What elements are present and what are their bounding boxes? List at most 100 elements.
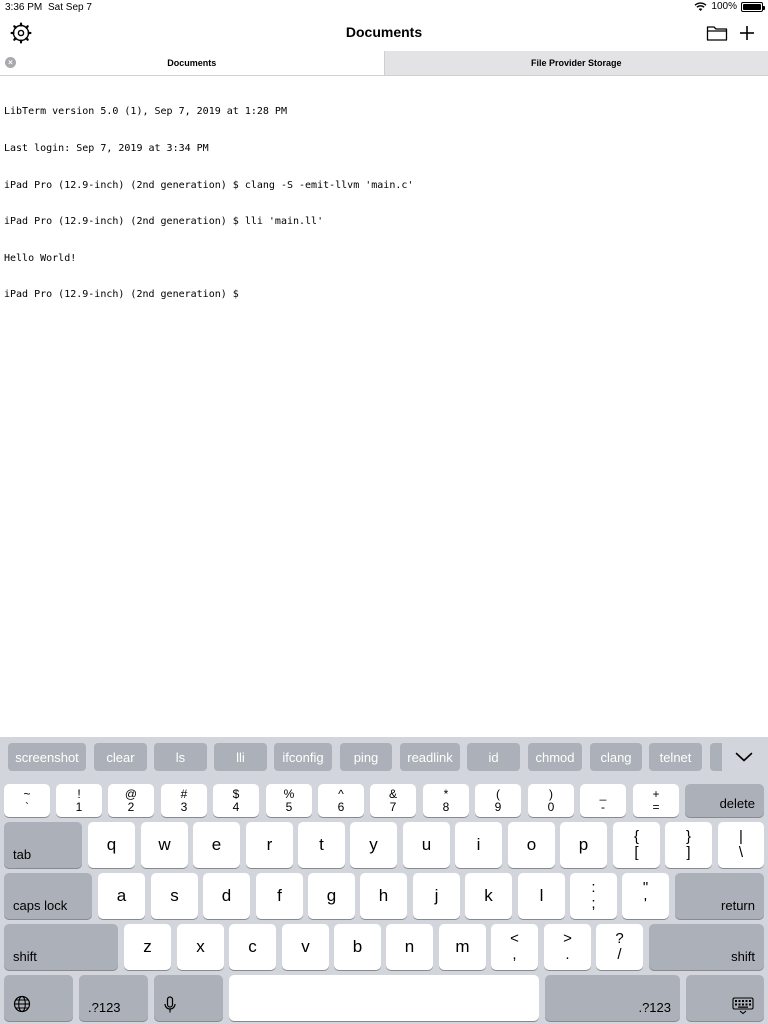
shortcut-overflow[interactable]: [710, 743, 722, 771]
key-p[interactable]: p: [560, 822, 607, 868]
caps-lock-key[interactable]: caps lock: [4, 873, 92, 919]
battery-icon: [741, 1, 765, 12]
space-key[interactable]: [229, 975, 539, 1021]
key-i[interactable]: i: [455, 822, 502, 868]
tab-bar: × Documents File Provider Storage: [0, 51, 768, 76]
key-top: {: [633, 828, 639, 845]
key-2[interactable]: @2: [108, 784, 154, 817]
key-u[interactable]: u: [403, 822, 450, 868]
shortcut-clang[interactable]: clang: [590, 743, 642, 771]
tab-documents[interactable]: × Documents: [0, 51, 384, 75]
key-o[interactable]: o: [508, 822, 555, 868]
return-key[interactable]: return: [675, 873, 764, 919]
delete-key[interactable]: delete: [685, 784, 764, 817]
key-l[interactable]: l: [518, 873, 565, 919]
key-h[interactable]: h: [360, 873, 407, 919]
tab-file-provider-storage[interactable]: File Provider Storage: [383, 51, 768, 75]
key-y[interactable]: y: [350, 822, 397, 868]
key-b[interactable]: b: [334, 924, 381, 970]
key-z[interactable]: z: [124, 924, 171, 970]
key-bottom: -: [601, 799, 605, 814]
shortcut-ifconfig[interactable]: ifconfig: [274, 743, 332, 771]
numbers-key-right[interactable]: .?123: [545, 975, 680, 1021]
terminal-output[interactable]: LibTerm version 5.0 (1), Sep 7, 2019 at …: [4, 82, 413, 314]
key-bottom: 4: [232, 799, 240, 814]
key-minus[interactable]: _ -: [580, 784, 626, 817]
key-label: shift: [731, 949, 755, 964]
shortcut-ping[interactable]: ping: [340, 743, 392, 771]
key-bottom: 7: [389, 799, 397, 814]
key-f[interactable]: f: [256, 873, 303, 919]
tab-key[interactable]: tab: [4, 822, 82, 868]
key-quote[interactable]: " ': [622, 873, 669, 919]
shift-left-key[interactable]: shift: [4, 924, 118, 970]
folder-button[interactable]: [704, 22, 730, 44]
key-k[interactable]: k: [465, 873, 512, 919]
shortcut-readlink[interactable]: readlink: [400, 743, 460, 771]
key-j[interactable]: j: [413, 873, 460, 919]
key-4[interactable]: $4: [213, 784, 259, 817]
key-top: ): [549, 786, 553, 801]
shift-right-key[interactable]: shift: [649, 924, 764, 970]
key-comma[interactable]: <,: [491, 924, 538, 970]
key-w[interactable]: w: [141, 822, 188, 868]
shortcut-chmod[interactable]: chmod: [528, 743, 582, 771]
key-legend: #3: [181, 787, 188, 814]
shortcut-screenshot[interactable]: screenshot: [8, 743, 86, 771]
key-8[interactable]: * 8: [423, 784, 469, 817]
key-left-brace[interactable]: {[: [613, 822, 660, 868]
battery-percent: 100%: [711, 1, 737, 12]
close-icon[interactable]: ×: [5, 57, 16, 68]
key-3[interactable]: #3: [161, 784, 207, 817]
numbers-key-left[interactable]: .?123: [79, 975, 148, 1021]
key-right-brace[interactable]: }]: [665, 822, 712, 868]
key-slash[interactable]: ? /: [596, 924, 643, 970]
globe-key[interactable]: [4, 975, 73, 1021]
terminal-prompt: iPad Pro (12.9-inch) (2nd generation) $: [4, 289, 239, 301]
key-0[interactable]: ) 0: [528, 784, 574, 817]
key-legend: _ -: [600, 787, 607, 814]
key-backslash[interactable]: | \: [718, 822, 764, 868]
shortcut-clear[interactable]: clear: [94, 743, 147, 771]
key-legend: :;: [591, 880, 595, 912]
shortcut-bar: screenshot clear ls lli ifconfig ping re…: [0, 743, 768, 771]
key-backtick[interactable]: ~ `: [4, 784, 50, 817]
key-bottom: ;: [591, 895, 596, 912]
shortcut-telnet[interactable]: telnet: [649, 743, 702, 771]
key-legend: ) 0: [548, 786, 555, 814]
key-n[interactable]: n: [386, 924, 433, 970]
key-legend: * 8: [443, 787, 450, 814]
shortcut-id[interactable]: id: [467, 743, 520, 771]
key-5[interactable]: % 5: [266, 784, 312, 817]
key-g[interactable]: g: [308, 873, 355, 919]
key-t[interactable]: t: [298, 822, 345, 868]
key-period[interactable]: >.: [544, 924, 591, 970]
key-1[interactable]: ! 1: [56, 784, 102, 817]
key-d[interactable]: d: [203, 873, 250, 919]
hide-keyboard-key[interactable]: [686, 975, 764, 1021]
dictation-key[interactable]: [154, 975, 223, 1021]
key-m[interactable]: m: [439, 924, 486, 970]
key-q[interactable]: q: [88, 822, 135, 868]
key-7[interactable]: & 7: [370, 784, 416, 817]
key-s[interactable]: s: [151, 873, 198, 919]
terminal-line: Last login: Sep 7, 2019 at 3:34 PM: [4, 143, 209, 155]
add-button[interactable]: [734, 22, 760, 44]
shortcut-ls[interactable]: ls: [154, 743, 207, 771]
key-equals[interactable]: + =: [633, 784, 679, 817]
key-label: .?123: [638, 1000, 671, 1015]
key-9[interactable]: (9: [475, 784, 521, 817]
key-e[interactable]: e: [193, 822, 240, 868]
key-top: ": [642, 879, 649, 896]
collapse-shortcuts-button[interactable]: [730, 743, 758, 771]
key-semicolon[interactable]: :;: [570, 873, 617, 919]
key-v[interactable]: v: [282, 924, 329, 970]
key-r[interactable]: r: [246, 822, 293, 868]
status-time: 3:36 PM: [5, 2, 43, 13]
key-a[interactable]: a: [98, 873, 145, 919]
shortcut-lli[interactable]: lli: [214, 743, 267, 771]
key-c[interactable]: c: [229, 924, 276, 970]
key-legend: ~ `: [23, 787, 30, 814]
key-x[interactable]: x: [177, 924, 224, 970]
key-6[interactable]: ^ 6: [318, 784, 364, 817]
